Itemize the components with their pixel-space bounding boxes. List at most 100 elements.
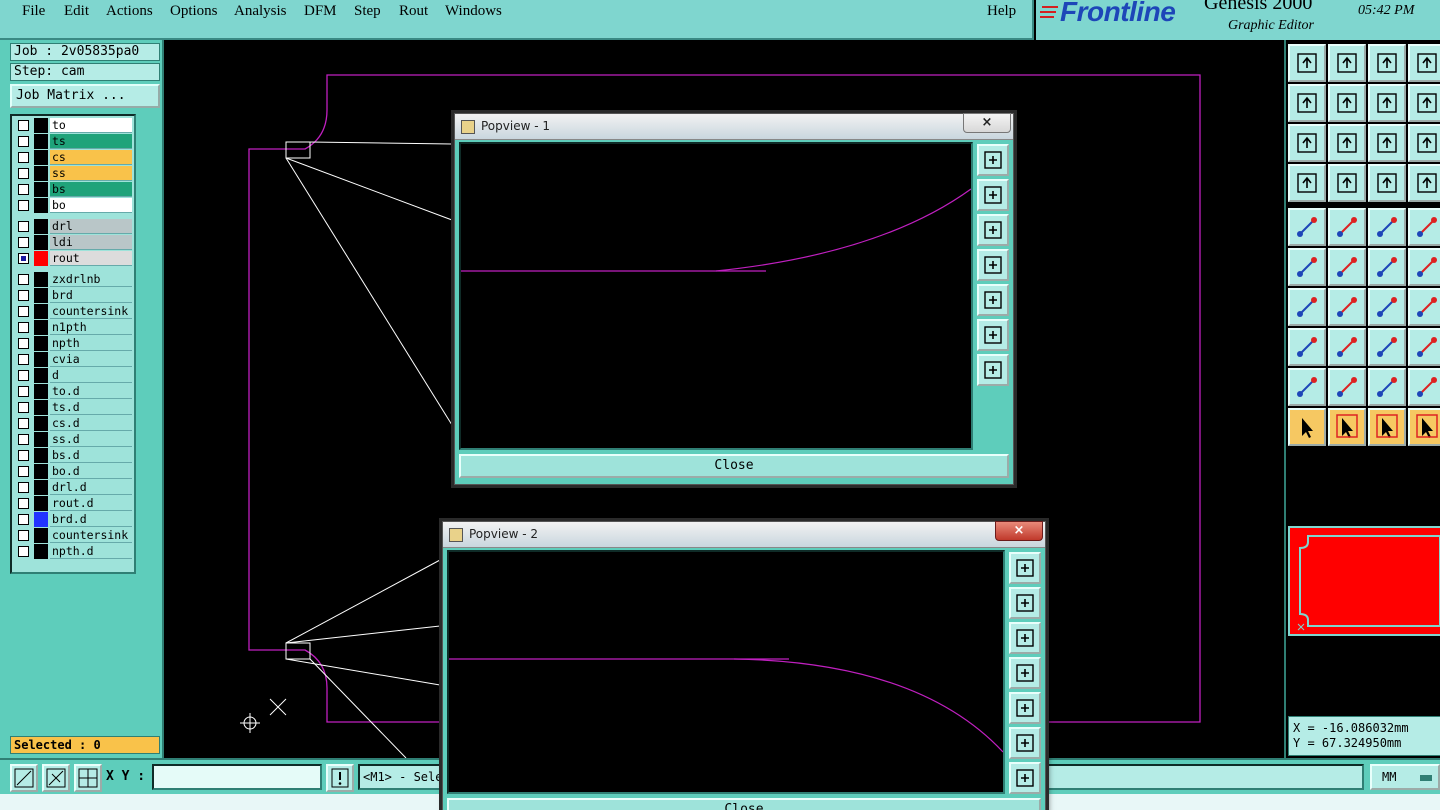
menu-file[interactable]: File: [22, 3, 45, 20]
layer-name[interactable]: rout: [50, 251, 132, 266]
layer-color-swatch[interactable]: [34, 528, 48, 543]
pan-left-button[interactable]: [977, 249, 1009, 281]
pan-up-button[interactable]: [977, 179, 1009, 211]
layer-color-swatch[interactable]: [34, 251, 48, 266]
layer-name[interactable]: ts.d: [50, 400, 132, 415]
layer-color-swatch[interactable]: [34, 480, 48, 495]
popview-2-close-button[interactable]: Close: [447, 798, 1041, 810]
zoom-in-button[interactable]: [1009, 762, 1041, 794]
layer-checkbox[interactable]: [18, 450, 29, 461]
popview-2-close-x[interactable]: ×: [995, 521, 1043, 541]
layer-checkbox[interactable]: [18, 274, 29, 285]
circle-tool-button[interactable]: [1408, 208, 1440, 246]
layer-checkbox[interactable]: [18, 418, 29, 429]
layer-checkbox[interactable]: [18, 354, 29, 365]
cross-tool-button[interactable]: [1328, 248, 1366, 286]
help-tool-button[interactable]: [1408, 124, 1440, 162]
layer-row[interactable]: drl.d: [14, 480, 132, 495]
layer-name[interactable]: countersink: [50, 304, 132, 319]
layer-row[interactable]: n1pth: [14, 320, 132, 335]
line-tool-button[interactable]: [1328, 208, 1366, 246]
zoom-fit-button[interactable]: [1009, 552, 1041, 584]
layer-color-swatch[interactable]: [34, 496, 48, 511]
layer-row[interactable]: to: [14, 118, 132, 133]
layer-row[interactable]: brd.d: [14, 512, 132, 527]
layer-name[interactable]: ldi: [50, 235, 132, 250]
layer-name[interactable]: npth.d: [50, 544, 132, 559]
slash-tool-button[interactable]: [1328, 288, 1366, 326]
layer-color-swatch[interactable]: [34, 400, 48, 415]
layer-name[interactable]: bo.d: [50, 464, 132, 479]
layer-color-swatch[interactable]: [34, 320, 48, 335]
layer-checkbox[interactable]: [18, 290, 29, 301]
tweezers-tool-button[interactable]: [1288, 164, 1326, 202]
layer-name[interactable]: ss: [50, 166, 132, 181]
layer-name[interactable]: countersink: [50, 528, 132, 543]
layer-color-swatch[interactable]: [34, 384, 48, 399]
move-up-tool-button[interactable]: [1288, 44, 1326, 82]
ruler-tool-button[interactable]: [1368, 208, 1406, 246]
layer-name[interactable]: to.d: [50, 384, 132, 399]
layer-color-swatch[interactable]: [34, 336, 48, 351]
layer-checkbox[interactable]: [18, 498, 29, 509]
layer-color-swatch[interactable]: [34, 448, 48, 463]
layer-color-swatch[interactable]: [34, 512, 48, 527]
layer-color-swatch[interactable]: [34, 118, 48, 133]
move-left-tool-button[interactable]: [1288, 84, 1326, 122]
layer-checkbox[interactable]: [18, 306, 29, 317]
popview-1-titlebar[interactable]: Popview - 1 ×: [455, 113, 1013, 140]
layer-row[interactable]: cvia: [14, 352, 132, 367]
layer-row[interactable]: bo.d: [14, 464, 132, 479]
popview-2-titlebar[interactable]: Popview - 2 ×: [443, 521, 1045, 548]
menu-analysis[interactable]: Analysis: [234, 3, 287, 20]
layer-checkbox[interactable]: [18, 338, 29, 349]
layer-row[interactable]: bo: [14, 198, 132, 213]
popview-1-close-x[interactable]: ×: [963, 113, 1011, 133]
measure-button[interactable]: [42, 764, 70, 792]
move-right-tool-button[interactable]: [1328, 84, 1366, 122]
layer-row[interactable]: zxdrlnb: [14, 272, 132, 287]
zoom-out-button[interactable]: [1009, 727, 1041, 759]
layer-color-swatch[interactable]: [34, 198, 48, 213]
layer-checkbox[interactable]: [18, 152, 29, 163]
pan-down-button[interactable]: [1009, 622, 1041, 654]
feature-tool-button[interactable]: [1408, 288, 1440, 326]
layer-name[interactable]: ss.d: [50, 432, 132, 447]
layer-name[interactable]: rout.d: [50, 496, 132, 511]
layer-row[interactable]: brd: [14, 288, 132, 303]
layer-color-swatch[interactable]: [34, 464, 48, 479]
layer-checkbox[interactable]: [18, 237, 29, 248]
layer-color-swatch[interactable]: [34, 272, 48, 287]
scale-tool-button[interactable]: [1368, 124, 1406, 162]
layer-checkbox[interactable]: [18, 184, 29, 195]
menu-actions[interactable]: Actions: [106, 3, 153, 20]
layer-color-swatch[interactable]: [34, 166, 48, 181]
layer-name[interactable]: npth: [50, 336, 132, 351]
pointer-rotate-tool-button[interactable]: [1368, 408, 1406, 446]
layer-color-swatch[interactable]: [34, 219, 48, 234]
layer-color-swatch[interactable]: [34, 352, 48, 367]
layer-row[interactable]: countersink: [14, 304, 132, 319]
layer-name[interactable]: drl: [50, 219, 132, 234]
grid-button[interactable]: [74, 764, 102, 792]
layer-row[interactable]: bs: [14, 182, 132, 197]
layer-color-swatch[interactable]: [34, 235, 48, 250]
layer-color-swatch[interactable]: [34, 288, 48, 303]
layer-checkbox[interactable]: [18, 120, 29, 131]
menu-rout[interactable]: Rout: [399, 3, 428, 20]
pan-left-button[interactable]: [1009, 657, 1041, 689]
layer-color-swatch[interactable]: [34, 544, 48, 559]
layer-row[interactable]: to.d: [14, 384, 132, 399]
probe-tool-button[interactable]: [1328, 164, 1366, 202]
menu-step[interactable]: Step: [354, 3, 381, 20]
layer-row[interactable]: drl: [14, 219, 132, 234]
shapes-tool-button[interactable]: [1408, 328, 1440, 366]
exclamation-button[interactable]: [326, 764, 354, 792]
layer-row[interactable]: npth.d: [14, 544, 132, 559]
layer-color-swatch[interactable]: [34, 150, 48, 165]
layer-color-swatch[interactable]: [34, 368, 48, 383]
popview-2-view[interactable]: [447, 550, 1005, 794]
pointer-tool-button[interactable]: [1288, 408, 1326, 446]
layer-name[interactable]: zxdrlnb: [50, 272, 132, 287]
zoom-window-button[interactable]: [10, 764, 38, 792]
